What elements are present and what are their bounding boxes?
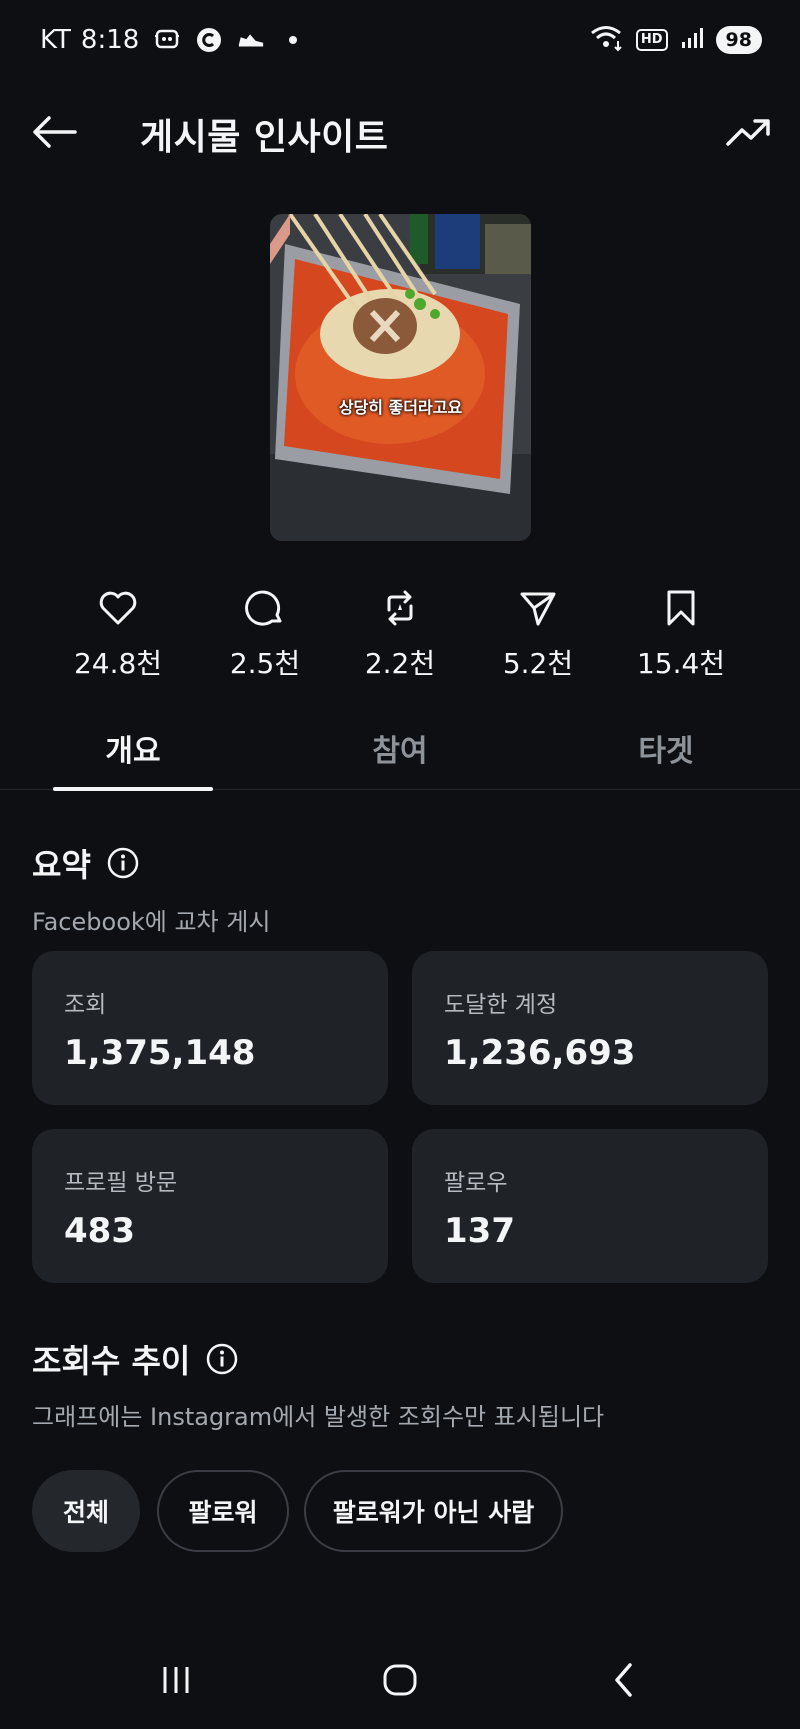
arrow-left-icon (33, 116, 77, 148)
tab-engagement[interactable]: 참여 (372, 726, 427, 770)
engagement-stats: 24.8천 2.5천 2.2천 5.2천 15.4천 (0, 588, 800, 680)
home-icon (383, 1664, 417, 1696)
card-value: 137 (444, 1211, 515, 1251)
card-accounts-reached: 도달한 계정 1,236,693 (412, 951, 768, 1105)
card-label: 프로필 방문 (64, 1170, 178, 1196)
repost-icon (380, 588, 420, 628)
reposts-count: 2.2천 (364, 647, 436, 680)
card-profile-visits: 프로필 방문 483 (32, 1129, 388, 1283)
summary-heading: 요약 (32, 840, 139, 886)
signal-icon (680, 26, 704, 54)
recent-apps-button[interactable] (146, 1650, 206, 1710)
trend-button[interactable] (722, 108, 774, 156)
status-right: HD 98 (590, 24, 762, 56)
recent-apps-icon (163, 1667, 189, 1693)
dot-indicator-icon (279, 26, 307, 54)
card-label: 팔로우 (444, 1170, 508, 1196)
summary-title: 요약 (32, 846, 91, 884)
trending-up-icon (726, 119, 770, 146)
heart-icon (98, 588, 138, 628)
card-label: 도달한 계정 (444, 992, 558, 1018)
card-label: 조회 (64, 992, 107, 1018)
shares-count: 5.2천 (502, 647, 574, 680)
share-icon (518, 588, 558, 628)
active-tab-indicator (53, 787, 213, 791)
clock: 8:18 (80, 25, 140, 55)
stat-shares: 5.2천 (478, 588, 598, 682)
filter-followers-chip[interactable]: 팔로워 (157, 1470, 289, 1552)
nav-back-button[interactable] (594, 1650, 654, 1710)
stat-comments: 2.5천 (205, 588, 325, 682)
filter-all-chip[interactable]: 전체 (32, 1470, 140, 1552)
status-left: KT 8:18 (40, 25, 307, 55)
tab-overview[interactable]: 개요 (105, 726, 160, 770)
card-value: 1,236,693 (444, 1033, 636, 1073)
post-thumbnail[interactable]: 상당히 좋더라고요 (270, 214, 531, 541)
bookmark-icon (661, 588, 701, 628)
app-notification-icon (153, 26, 181, 54)
hd-icon: HD (635, 29, 668, 51)
status-bar: KT 8:18 HD 98 (0, 0, 800, 80)
page-title: 게시물 인사이트 (140, 117, 389, 158)
insight-tabs: 개요 참여 타겟 (0, 716, 800, 791)
card-views: 조회 1,375,148 (32, 951, 388, 1105)
wifi-icon (590, 24, 624, 56)
chevron-left-icon (615, 1663, 632, 1697)
filter-non-followers-chip[interactable]: 팔로워가 아닌 사람 (304, 1470, 563, 1552)
shoe-icon (237, 26, 265, 54)
comments-count: 2.5천 (229, 647, 301, 680)
app-header: 게시물 인사이트 (0, 90, 800, 170)
saves-count: 15.4천 (636, 647, 726, 680)
likes-count: 24.8천 (73, 647, 163, 680)
summary-subtitle: Facebook에 교차 게시 (32, 908, 271, 936)
tab-audience[interactable]: 타겟 (638, 726, 693, 770)
c-badge-icon (195, 26, 223, 54)
views-trend-subtitle: 그래프에는 Instagram에서 발생한 조회수만 표시됩니다 (32, 1403, 605, 1431)
food-photo-image (270, 214, 531, 541)
back-button[interactable] (28, 110, 80, 154)
info-icon[interactable] (206, 1343, 238, 1375)
views-trend-title: 조회수 추이 (32, 1342, 191, 1380)
card-follows: 팔로우 137 (412, 1129, 768, 1283)
system-nav-bar (0, 1640, 800, 1729)
stat-saves: 15.4천 (621, 588, 741, 682)
card-value: 1,375,148 (64, 1033, 256, 1073)
info-icon[interactable] (107, 847, 139, 879)
card-value: 483 (64, 1211, 135, 1251)
home-button[interactable] (370, 1650, 430, 1710)
stat-reposts: 2.2천 (340, 588, 460, 682)
stat-likes: 24.8천 (58, 588, 178, 682)
carrier-label: KT (40, 25, 71, 55)
battery-indicator: 98 (715, 26, 762, 54)
comment-icon (245, 588, 285, 628)
thumbnail-caption: 상당히 좋더라고요 (338, 398, 463, 417)
views-trend-heading: 조회수 추이 (32, 1336, 238, 1382)
